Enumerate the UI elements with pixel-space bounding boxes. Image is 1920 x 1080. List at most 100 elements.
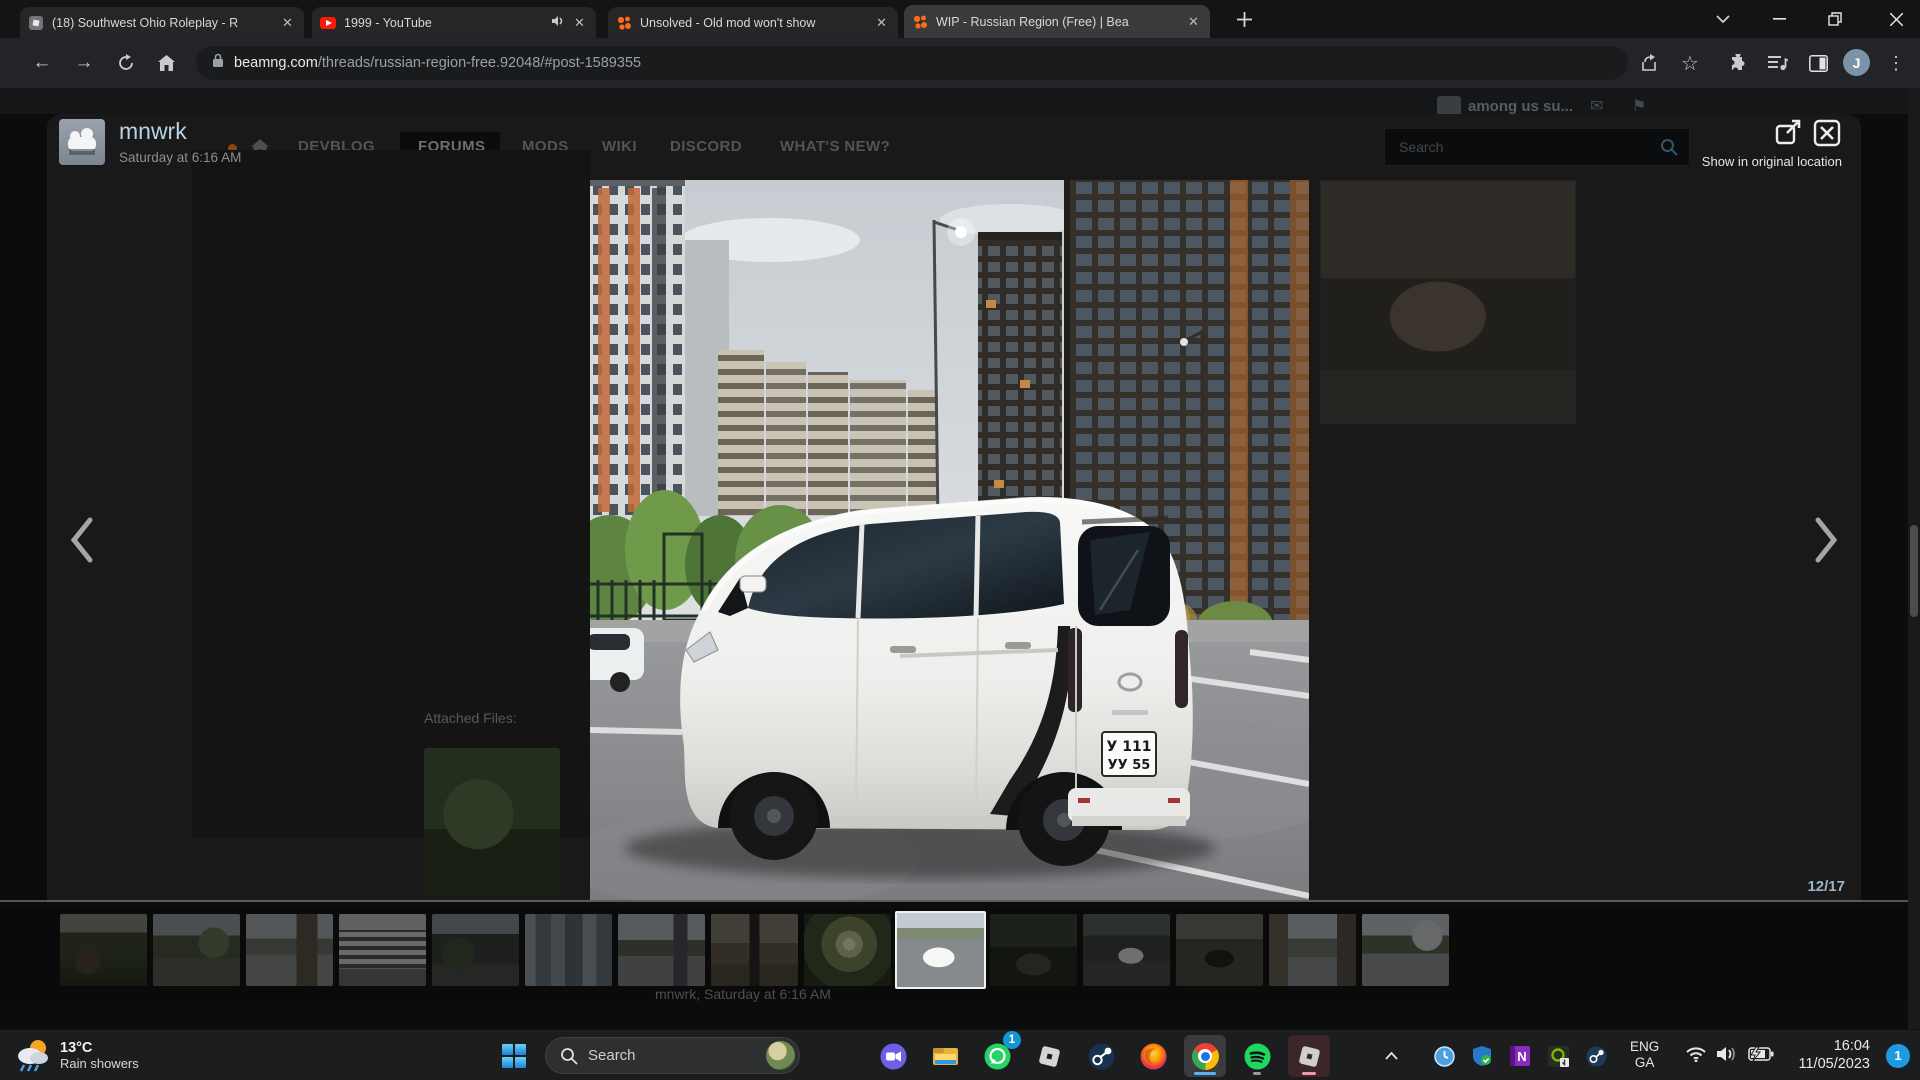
thumbnail-dark-forest-road[interactable]: [990, 914, 1077, 986]
thumbnail-forest-cabin[interactable]: [60, 914, 147, 986]
thumbnail-white-car-rear[interactable]: [1083, 914, 1170, 986]
dim-attachment-thumbnail[interactable]: [424, 748, 560, 895]
taskbar-search-icon: [560, 1047, 578, 1065]
open-original-icon[interactable]: [1774, 118, 1804, 148]
tab-title: 1999 - YouTube: [344, 16, 543, 30]
tray-chevron-icon[interactable]: [1376, 1035, 1406, 1077]
extensions-puzzle-icon[interactable]: [1726, 51, 1750, 75]
lightbox-close-icon[interactable]: [1812, 118, 1842, 148]
attached-files-label: Attached Files:: [424, 710, 517, 726]
tab-close-icon[interactable]: ✕: [1185, 13, 1202, 30]
nvidia-settings-icon[interactable]: [1544, 1035, 1572, 1077]
nav-discord[interactable]: DISCORD: [670, 138, 742, 155]
tab-close-icon[interactable]: ✕: [571, 14, 588, 31]
weather-icon: [14, 1036, 52, 1074]
reload-button[interactable]: [114, 51, 138, 75]
tab-close-icon[interactable]: ✕: [279, 14, 296, 31]
plate-line2: УУ 55: [1108, 758, 1151, 773]
weather-widget[interactable]: 13°C Rain showers: [14, 1036, 139, 1074]
share-icon[interactable]: [1638, 51, 1662, 75]
tray-date: 11/05/2023: [1799, 1055, 1871, 1073]
spotify-running-indicator: [1253, 1072, 1261, 1075]
address-bar[interactable]: beamng.com/threads/russian-region-free.9…: [196, 46, 1628, 80]
url-domain: beamng.com: [234, 55, 318, 71]
new-tab-button[interactable]: [1226, 0, 1262, 38]
tab-southwest-ohio[interactable]: (18) Southwest Ohio Roleplay - R ✕: [20, 7, 304, 38]
thumbnail-city-street[interactable]: [1269, 914, 1356, 986]
back-button[interactable]: ←: [30, 51, 54, 75]
kebab-menu-icon[interactable]: ⋮: [1884, 51, 1908, 75]
author-avatar[interactable]: [59, 119, 105, 165]
thumbnail-pole-building[interactable]: [711, 914, 798, 986]
thumbnail-road-overpass[interactable]: [246, 914, 333, 986]
nav-wiki[interactable]: WIKI: [602, 138, 637, 155]
profile-avatar[interactable]: J: [1843, 49, 1870, 76]
thumbnail-forest-sunlight[interactable]: [804, 914, 891, 986]
lightbox-divider: [0, 900, 1920, 902]
author-name[interactable]: mnwrk: [119, 118, 187, 145]
image-counter: 12/17: [1755, 878, 1845, 895]
thumbnail-tower-blocks[interactable]: [525, 914, 612, 986]
roblox-icon-active[interactable]: [1288, 1035, 1330, 1077]
steam-tray-icon[interactable]: [1582, 1035, 1610, 1077]
image-caption: mnwrk, Saturday at 6:16 AM: [655, 986, 831, 1002]
window-close-button[interactable]: [1872, 0, 1920, 38]
clock-date[interactable]: 16:04 11/05/2023: [1799, 1037, 1871, 1073]
tab-search-chevron-icon[interactable]: [1700, 0, 1746, 38]
forum-page: among us su... ✉ ⚑ DEVBLOG FORUMS MODS W…: [0, 88, 1920, 1029]
padlock-icon[interactable]: [212, 53, 224, 73]
volume-icon[interactable]: [1716, 1045, 1740, 1068]
tab-russian-region-active[interactable]: WIP - Russian Region (Free) | Bea ✕: [904, 5, 1210, 38]
taskbar-search[interactable]: Search: [545, 1037, 800, 1074]
tray-clock-app-icon[interactable]: [1430, 1035, 1458, 1077]
thumbnail-street-garages[interactable]: [153, 914, 240, 986]
thumbnail-street-tower[interactable]: [618, 914, 705, 986]
bookmark-star-icon[interactable]: ☆: [1678, 51, 1702, 75]
start-button[interactable]: [493, 1035, 535, 1077]
window-minimize-button[interactable]: [1756, 0, 1802, 38]
dim-truck-image[interactable]: [1320, 180, 1576, 424]
scrollbar-thumb[interactable]: [1910, 525, 1918, 617]
steam-icon[interactable]: [1080, 1035, 1122, 1077]
language-indicator[interactable]: ENG GA: [1630, 1039, 1659, 1071]
wifi-icon[interactable]: [1685, 1046, 1707, 1067]
whatsapp-badge: 1: [1003, 1031, 1021, 1049]
forward-button[interactable]: →: [72, 51, 96, 75]
windows-security-icon[interactable]: [1468, 1035, 1496, 1077]
page-scrollbar[interactable]: [1908, 88, 1920, 1029]
next-image-arrow[interactable]: [1808, 512, 1844, 568]
media-controls-icon[interactable]: [1766, 51, 1790, 75]
tab-close-icon[interactable]: ✕: [873, 14, 890, 31]
notification-badge[interactable]: 1: [1886, 1044, 1910, 1068]
tab-audio-icon[interactable]: [551, 14, 565, 32]
thumbnail-apartment-building[interactable]: [339, 914, 426, 986]
onenote-icon[interactable]: N: [1506, 1035, 1534, 1077]
whatsapp-icon[interactable]: 1: [976, 1035, 1018, 1077]
window-restore-button[interactable]: [1812, 0, 1858, 38]
side-panel-icon[interactable]: [1806, 51, 1830, 75]
thumbnail-dark-suv-yard[interactable]: [1176, 914, 1263, 986]
tab-youtube[interactable]: 1999 - YouTube ✕: [312, 7, 596, 38]
chrome-icon-active[interactable]: [1184, 1035, 1226, 1077]
inbox-envelope-icon[interactable]: ✉: [1590, 96, 1603, 116]
thumbnail-dark-buildings[interactable]: [432, 914, 519, 986]
beamng-favicon: [912, 14, 928, 30]
file-explorer-icon[interactable]: [924, 1035, 966, 1077]
firefox-icon[interactable]: [1132, 1035, 1174, 1077]
show-original-link[interactable]: Show in original location: [1642, 154, 1842, 169]
nav-whats-new[interactable]: WHAT'S NEW?: [780, 138, 890, 155]
video-chat-app-icon[interactable]: [872, 1035, 914, 1077]
spotify-icon[interactable]: [1236, 1035, 1278, 1077]
battery-icon[interactable]: [1748, 1047, 1774, 1066]
lightbox-photo[interactable]: У 111 УУ 55: [590, 180, 1309, 900]
home-button[interactable]: [154, 51, 178, 75]
thumbnail-white-van-parking[interactable]: [895, 911, 986, 989]
previous-image-arrow[interactable]: [64, 512, 100, 568]
tab-unsolved-mod[interactable]: Unsolved - Old mod won't show ✕: [608, 7, 898, 38]
alerts-flag-icon[interactable]: ⚑: [1632, 96, 1646, 116]
thumbnail-street-buildings[interactable]: [1362, 914, 1449, 986]
user-menu[interactable]: among us su...: [1468, 98, 1573, 115]
search-highlight-image[interactable]: [766, 1041, 795, 1070]
roblox-icon[interactable]: [1028, 1035, 1070, 1077]
weather-temp: 13°C: [60, 1040, 139, 1056]
